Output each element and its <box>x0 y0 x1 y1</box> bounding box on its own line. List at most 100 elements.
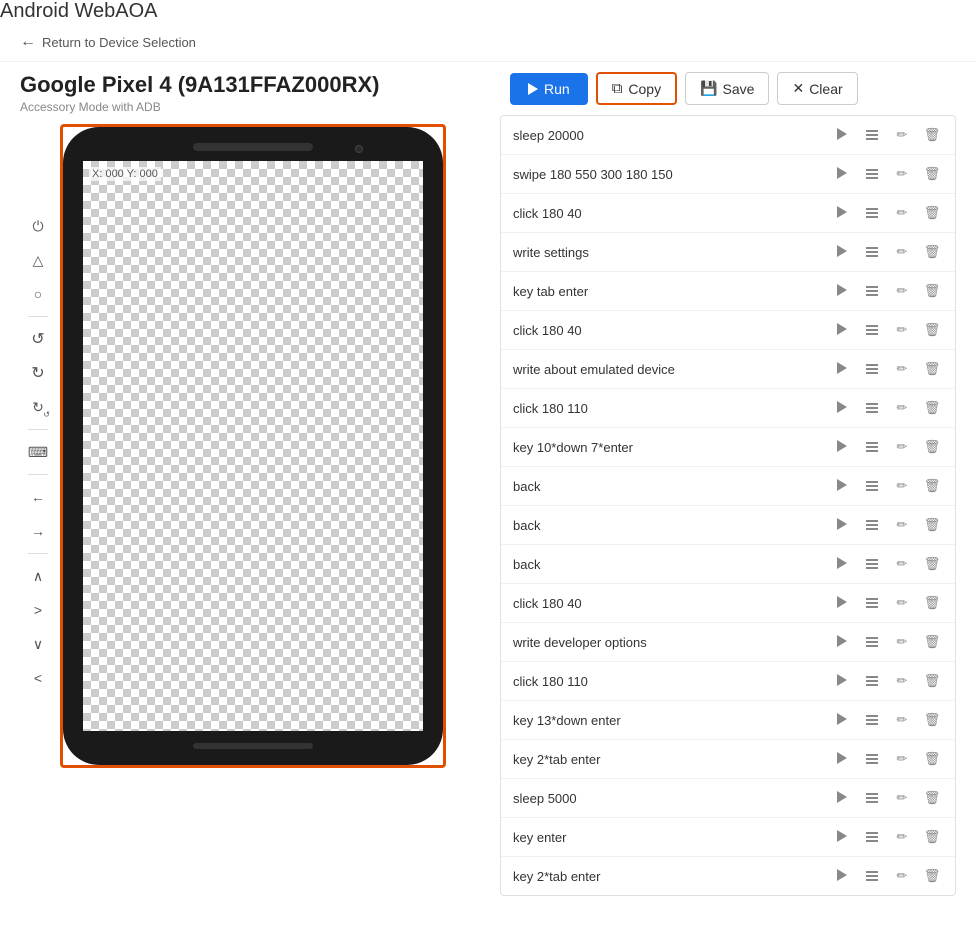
reorder-command-button[interactable] <box>861 865 883 887</box>
phone-screen[interactable]: X: 000 Y: 000 <box>83 161 423 731</box>
reorder-command-button[interactable] <box>861 202 883 224</box>
reorder-command-button[interactable] <box>861 397 883 419</box>
run-command-button[interactable] <box>831 280 853 302</box>
delete-command-button[interactable] <box>921 514 943 536</box>
clear-button[interactable]: ✕ Clear <box>777 72 857 105</box>
run-command-button[interactable] <box>831 319 853 341</box>
edit-command-button[interactable] <box>891 241 913 263</box>
run-command-button[interactable] <box>831 436 853 458</box>
run-command-button[interactable] <box>831 124 853 146</box>
edit-command-button[interactable] <box>891 319 913 341</box>
delete-command-button[interactable] <box>921 436 943 458</box>
edit-command-button[interactable] <box>891 670 913 692</box>
run-command-button[interactable] <box>831 241 853 263</box>
run-command-button[interactable] <box>831 670 853 692</box>
delete-command-button[interactable] <box>921 553 943 575</box>
delete-command-button[interactable] <box>921 358 943 380</box>
delete-command-button[interactable] <box>921 280 943 302</box>
reorder-command-button[interactable] <box>861 592 883 614</box>
chevron-right-button[interactable]: > <box>24 596 52 624</box>
delete-command-button[interactable] <box>921 826 943 848</box>
reorder-command-button[interactable] <box>861 124 883 146</box>
edit-command-button[interactable] <box>891 748 913 770</box>
delete-command-button[interactable] <box>921 397 943 419</box>
edit-command-button[interactable] <box>891 202 913 224</box>
home-button[interactable]: △ <box>24 246 52 274</box>
run-command-button[interactable] <box>831 514 853 536</box>
chevron-down-button[interactable]: ∨ <box>24 630 52 658</box>
delete-command-button[interactable] <box>921 865 943 887</box>
rotate-full-button[interactable]: ↻↺ <box>24 393 52 421</box>
edit-command-button[interactable] <box>891 436 913 458</box>
rotate-cw-button[interactable]: ↻ <box>24 359 52 387</box>
run-command-button[interactable] <box>831 748 853 770</box>
edit-command-button[interactable] <box>891 631 913 653</box>
run-command-button[interactable] <box>831 865 853 887</box>
chevron-left-button[interactable]: < <box>24 664 52 692</box>
arrow-right-button[interactable]: → <box>24 517 52 545</box>
delete-command-button[interactable] <box>921 241 943 263</box>
delete-command-button[interactable] <box>921 709 943 731</box>
reorder-command-button[interactable] <box>861 358 883 380</box>
delete-command-button[interactable] <box>921 787 943 809</box>
delete-command-button[interactable] <box>921 670 943 692</box>
edit-command-button[interactable] <box>891 163 913 185</box>
run-command-button[interactable] <box>831 592 853 614</box>
copy-button[interactable]: ⧉ Copy <box>596 72 677 105</box>
edit-command-button[interactable] <box>891 514 913 536</box>
delete-command-button[interactable] <box>921 748 943 770</box>
reorder-command-button[interactable] <box>861 475 883 497</box>
back-nav[interactable]: ← Return to Device Selection <box>0 23 976 62</box>
run-command-button[interactable] <box>831 397 853 419</box>
edit-command-button[interactable] <box>891 865 913 887</box>
circle-button[interactable]: ○ <box>24 280 52 308</box>
save-button[interactable]: 💾 Save <box>685 72 769 105</box>
delete-command-button[interactable] <box>921 124 943 146</box>
delete-command-button[interactable] <box>921 475 943 497</box>
reorder-command-button[interactable] <box>861 670 883 692</box>
reorder-command-button[interactable] <box>861 553 883 575</box>
power-button[interactable]: ⏻ <box>24 212 52 240</box>
reorder-command-button[interactable] <box>861 163 883 185</box>
delete-command-button[interactable] <box>921 631 943 653</box>
keyboard-button[interactable]: ⌨ <box>24 438 52 466</box>
reorder-command-button[interactable] <box>861 436 883 458</box>
edit-command-button[interactable] <box>891 709 913 731</box>
reorder-command-button[interactable] <box>861 241 883 263</box>
edit-command-button[interactable] <box>891 592 913 614</box>
arrow-left-button[interactable]: ← <box>24 483 52 511</box>
edit-command-button[interactable] <box>891 124 913 146</box>
run-command-button[interactable] <box>831 709 853 731</box>
run-command-button[interactable] <box>831 826 853 848</box>
run-command-button[interactable] <box>831 553 853 575</box>
play-icon <box>837 128 847 143</box>
edit-command-button[interactable] <box>891 280 913 302</box>
reorder-command-button[interactable] <box>861 748 883 770</box>
delete-command-button[interactable] <box>921 592 943 614</box>
edit-command-button[interactable] <box>891 826 913 848</box>
reorder-command-button[interactable] <box>861 319 883 341</box>
reorder-command-button[interactable] <box>861 709 883 731</box>
rotate-ccw-button[interactable]: ↺ <box>24 325 52 353</box>
run-command-button[interactable] <box>831 202 853 224</box>
reorder-command-button[interactable] <box>861 280 883 302</box>
run-command-button[interactable] <box>831 475 853 497</box>
delete-command-button[interactable] <box>921 319 943 341</box>
run-command-button[interactable] <box>831 787 853 809</box>
chevron-up-button[interactable]: ∧ <box>24 562 52 590</box>
edit-command-button[interactable] <box>891 475 913 497</box>
reorder-command-button[interactable] <box>861 826 883 848</box>
edit-command-button[interactable] <box>891 787 913 809</box>
delete-command-button[interactable] <box>921 202 943 224</box>
run-button[interactable]: Run <box>510 73 588 105</box>
edit-command-button[interactable] <box>891 358 913 380</box>
delete-command-button[interactable] <box>921 163 943 185</box>
run-command-button[interactable] <box>831 163 853 185</box>
reorder-command-button[interactable] <box>861 787 883 809</box>
edit-command-button[interactable] <box>891 553 913 575</box>
edit-command-button[interactable] <box>891 397 913 419</box>
run-command-button[interactable] <box>831 631 853 653</box>
reorder-command-button[interactable] <box>861 514 883 536</box>
run-command-button[interactable] <box>831 358 853 380</box>
reorder-command-button[interactable] <box>861 631 883 653</box>
